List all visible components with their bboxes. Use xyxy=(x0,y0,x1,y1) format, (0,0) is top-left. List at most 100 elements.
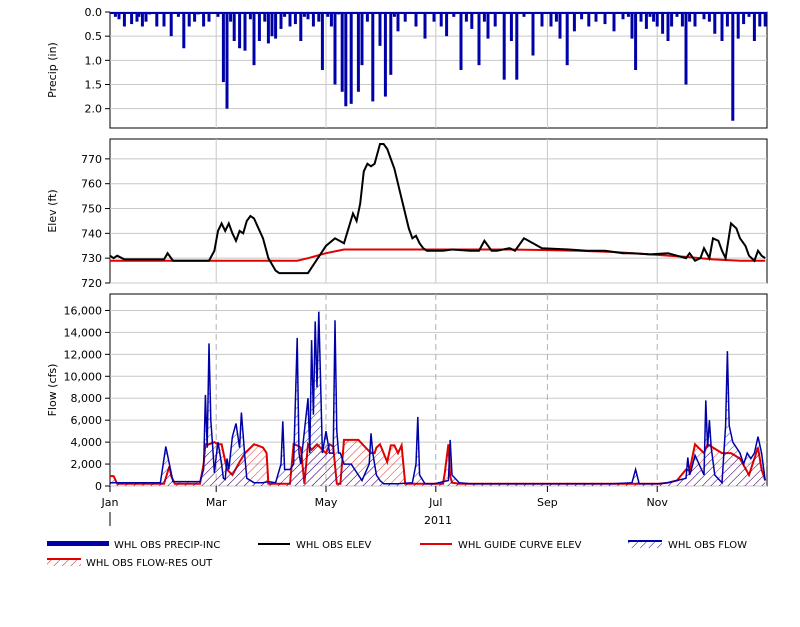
precip-bar xyxy=(502,12,506,80)
precip-bar xyxy=(531,12,535,56)
precip-bar xyxy=(389,12,393,75)
precip-bar xyxy=(752,12,756,41)
precip-bar xyxy=(720,12,724,41)
precip-bar xyxy=(371,12,375,102)
precip-ytick-label: 1.5 xyxy=(85,79,103,92)
x-tick-label: Mar xyxy=(206,496,227,509)
x-tick-label: Jul xyxy=(428,496,442,509)
precip-bar xyxy=(299,12,303,41)
legend-swatch-precip xyxy=(47,541,109,546)
precip-bar xyxy=(680,12,684,27)
precip-bar xyxy=(329,12,333,27)
precip-bar xyxy=(232,12,236,41)
precip-bar xyxy=(670,12,674,27)
precip-bar xyxy=(383,12,387,97)
flow-ytick-label: 6,000 xyxy=(71,414,103,427)
precip-bar xyxy=(243,12,247,51)
precip-bar xyxy=(713,12,717,34)
precip-bar xyxy=(349,12,353,104)
precip-bar xyxy=(311,12,315,27)
flow-ytick-label: 14,000 xyxy=(64,326,103,339)
precip-bar xyxy=(140,12,144,27)
precip-bar xyxy=(470,12,474,29)
precip-bar xyxy=(270,12,274,37)
flow-ytick-label: 16,000 xyxy=(64,304,103,317)
x-tick-labels: Jan Mar May Jul Sep Nov xyxy=(101,486,668,509)
precip-bar xyxy=(360,12,364,66)
precip-bar xyxy=(279,12,283,29)
precip-bar xyxy=(182,12,186,49)
precip-axis-title: Precip (in) xyxy=(46,42,59,98)
y-tick-labels: 0.0 0.5 1.0 1.5 2.0 720 730 740 750 760 770 0 2,000 4… xyxy=(64,6,103,493)
precip-bar xyxy=(340,12,344,92)
precip-bar xyxy=(661,12,665,34)
precip-bar xyxy=(122,12,126,27)
flow-axis-title: Flow (cfs) xyxy=(46,364,59,417)
hydrograph-chart: 0.0 0.5 1.0 1.5 2.0 720 730 740 750 760 770 0 2,000 4… xyxy=(46,6,768,569)
precip-bar xyxy=(378,12,382,46)
elev-ytick-label: 730 xyxy=(81,252,102,265)
legend-label-elev: WHL OBS ELEV xyxy=(296,540,371,551)
elev-ytick-label: 760 xyxy=(81,178,102,191)
precip-bar xyxy=(493,12,497,27)
x-tick-label: Sep xyxy=(537,496,558,509)
precip-bar xyxy=(445,12,449,37)
precip-bar xyxy=(572,12,576,32)
precip-bar xyxy=(221,12,225,83)
precip-bar xyxy=(655,12,659,27)
elev-ytick-label: 750 xyxy=(81,203,102,216)
precip-bar xyxy=(725,12,729,27)
precip-bar xyxy=(266,12,270,44)
precip-bar xyxy=(187,12,191,27)
precip-bar xyxy=(565,12,569,66)
elev-axis-title: Elev (ft) xyxy=(46,189,59,232)
precip-bar xyxy=(515,12,519,80)
legend: WHL OBS PRECIP-INC WHL OBS ELEV WHL GUID… xyxy=(47,540,747,569)
precip-bar xyxy=(169,12,173,37)
precip-bar xyxy=(558,12,562,39)
precip-bar xyxy=(459,12,463,70)
precip-ytick-label: 0.0 xyxy=(85,6,103,19)
x-tick-label: Jan xyxy=(101,496,119,509)
precip-bar xyxy=(333,12,337,85)
flow-ytick-label: 4,000 xyxy=(71,436,103,449)
legend-swatch-flow xyxy=(628,541,662,548)
precip-bar xyxy=(356,12,360,92)
flow-ytick-label: 2,000 xyxy=(71,458,103,471)
precip-bar xyxy=(693,12,697,27)
precip-bar xyxy=(274,12,278,39)
precip-bar xyxy=(396,12,400,32)
precip-bar xyxy=(439,12,443,27)
precip-bar xyxy=(540,12,544,27)
precip-bar xyxy=(225,12,229,109)
legend-item-res-out: WHL OBS FLOW-RES OUT xyxy=(47,558,213,569)
precip-bar xyxy=(257,12,261,41)
precip-bar xyxy=(587,12,591,27)
legend-label-res-out: WHL OBS FLOW-RES OUT xyxy=(86,558,213,569)
x-tick-label: May xyxy=(315,496,338,509)
precip-bar xyxy=(731,12,735,121)
precip-bar xyxy=(320,12,324,70)
precip-bar xyxy=(238,12,242,49)
legend-label-precip: WHL OBS PRECIP-INC xyxy=(114,540,220,551)
elev-ytick-label: 770 xyxy=(81,153,102,166)
precip-bar xyxy=(477,12,481,66)
legend-item-flow: WHL OBS FLOW xyxy=(628,540,747,551)
precip-bar xyxy=(684,12,688,85)
precip-bar xyxy=(344,12,348,107)
precip-bar xyxy=(758,12,762,27)
x-tick-label: Nov xyxy=(646,496,668,509)
precip-bar xyxy=(736,12,740,39)
precip-bar xyxy=(634,12,638,70)
legend-item-guide-curve: WHL GUIDE CURVE ELEV xyxy=(420,540,582,551)
precip-bar xyxy=(162,12,166,27)
precip-bar xyxy=(644,12,648,29)
precip-bar xyxy=(630,12,634,39)
year-label: 2011 xyxy=(424,514,452,527)
flow-ytick-label: 12,000 xyxy=(64,348,103,361)
precip-bar xyxy=(423,12,427,39)
precip-bar xyxy=(486,12,490,39)
precip-bar xyxy=(252,12,256,66)
elev-ytick-label: 740 xyxy=(81,227,102,240)
legend-label-flow: WHL OBS FLOW xyxy=(668,540,747,551)
